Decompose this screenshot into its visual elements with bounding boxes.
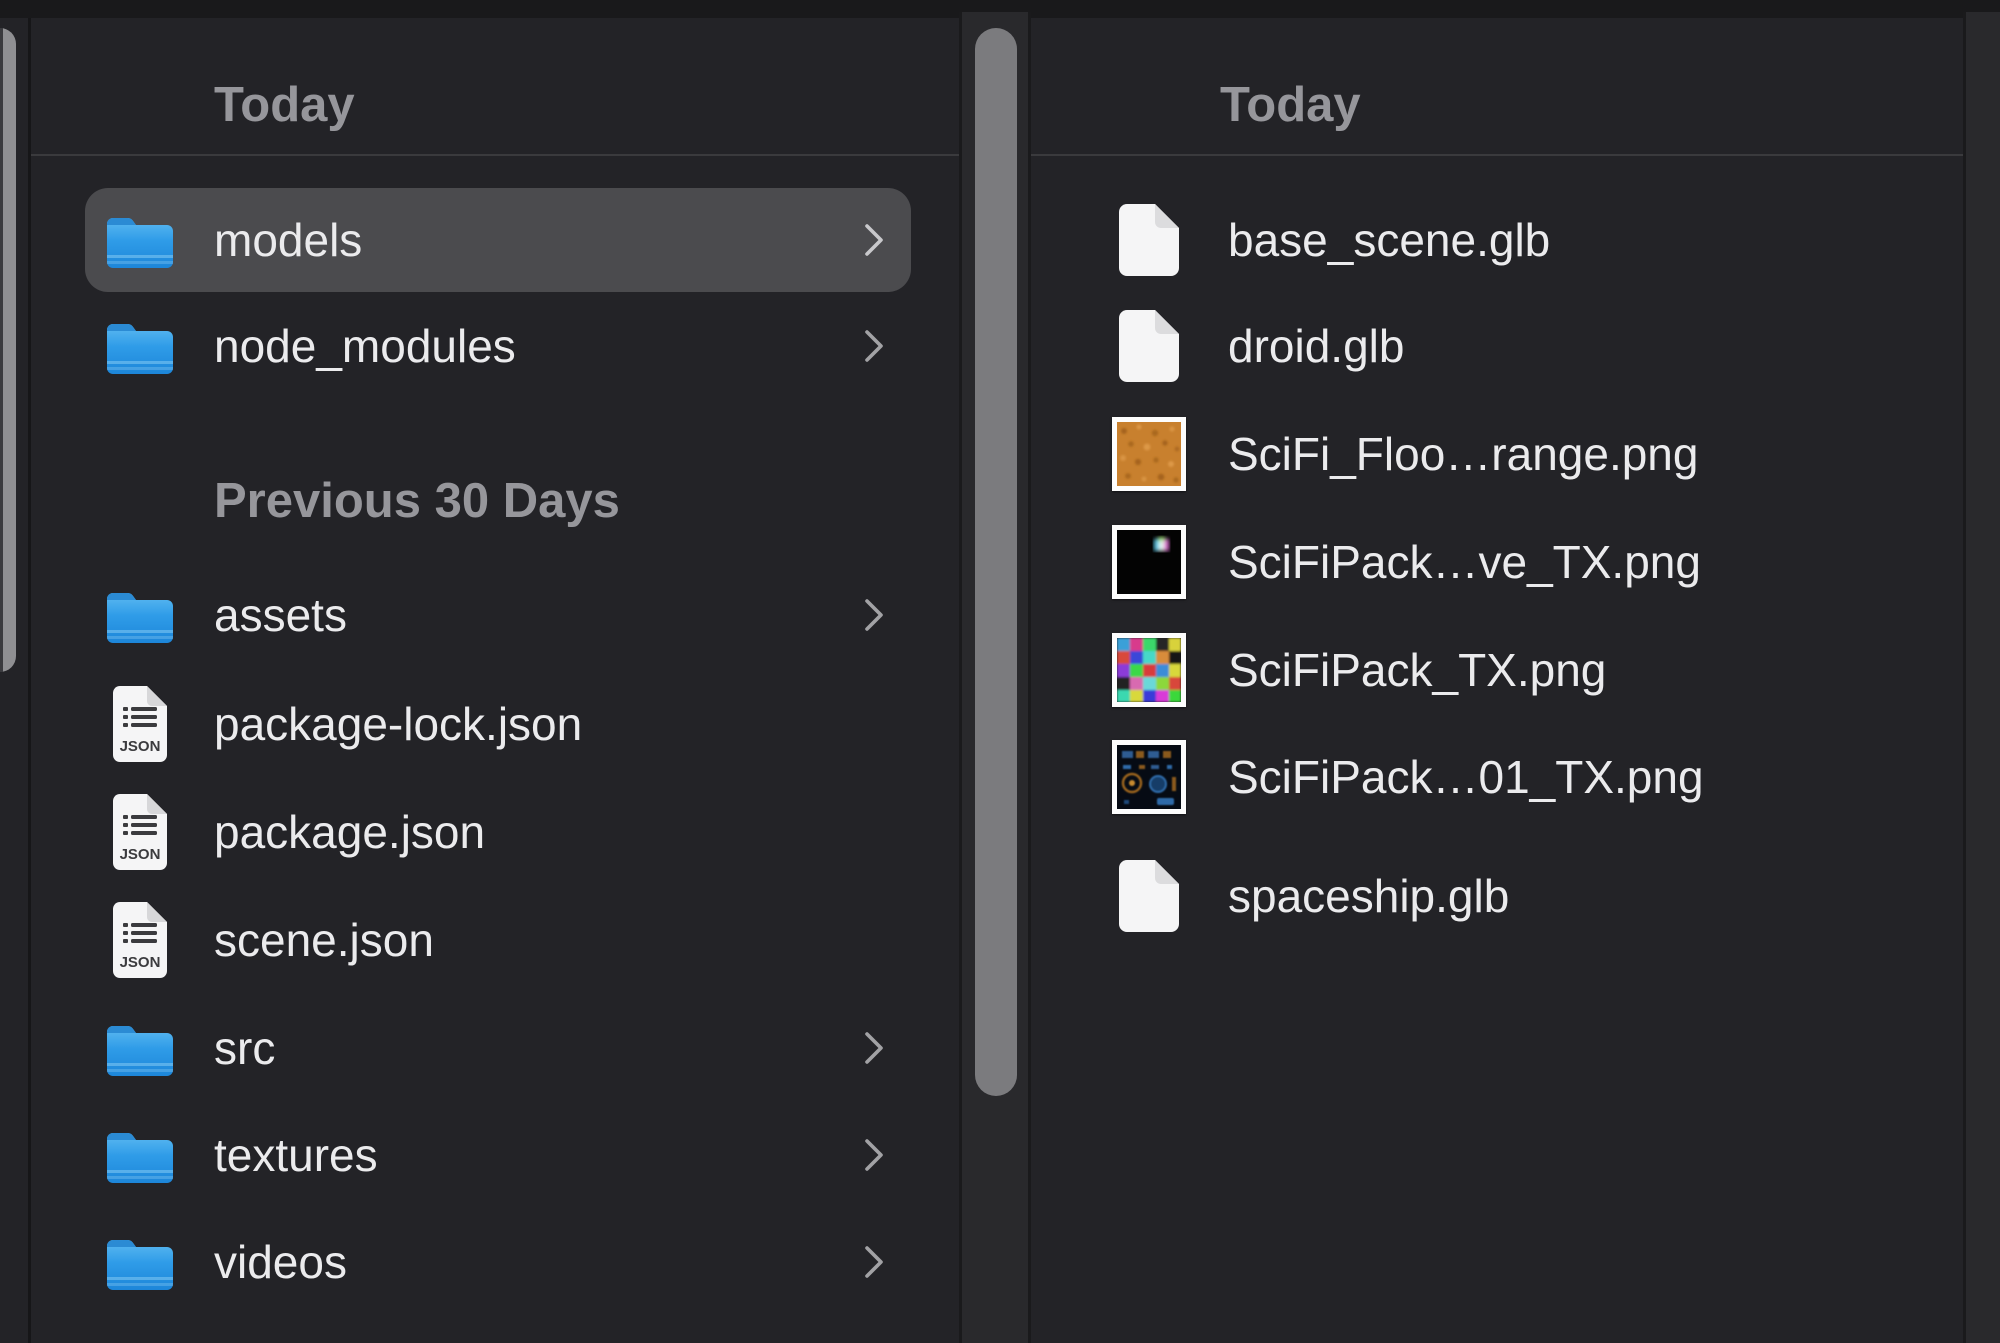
list-item-models[interactable]: models: [85, 188, 911, 292]
list-item-package-json[interactable]: JSON package.json: [85, 780, 911, 884]
folder-icon: [85, 210, 195, 270]
column-models-folder: Today base_scene.glb droid.glb: [1031, 18, 1963, 1343]
list-item-scene-json[interactable]: JSON scene.json: [85, 888, 911, 992]
image-thumbnail-dark-panel: [1112, 740, 1186, 814]
right-column-scrollbar-track[interactable]: [1963, 12, 2000, 1343]
item-label: textures: [214, 1128, 378, 1182]
item-label: package-lock.json: [214, 697, 582, 751]
column-parent-folder: Today models: [31, 18, 959, 1343]
list-item-scifi-floor-orange-png[interactable]: SciFi_Floo…range.png: [1089, 402, 1923, 506]
image-thumbnail-black-emissive: [1112, 525, 1186, 599]
list-item-scifipack-emissive-tx-png[interactable]: SciFiPack…ve_TX.png: [1089, 510, 1923, 614]
list-item-scifipack-01-tx-png[interactable]: SciFiPack…01_TX.png: [1089, 725, 1923, 829]
svg-text:JSON: JSON: [120, 738, 161, 755]
item-label: SciFiPack…ve_TX.png: [1228, 535, 1701, 589]
chevron-right-icon: [863, 1244, 885, 1280]
section-header-today: Today: [1220, 76, 1361, 134]
list-item-scifipack-tx-png[interactable]: SciFiPack_TX.png: [1089, 618, 1923, 722]
section-separator: [31, 154, 959, 156]
section-separator: [1031, 154, 1963, 156]
previous-column-sliver: [0, 18, 28, 1343]
item-label: models: [214, 213, 362, 267]
item-label: SciFi_Floo…range.png: [1228, 427, 1698, 481]
item-label: package.json: [214, 805, 485, 859]
chevron-right-icon: [863, 1030, 885, 1066]
image-thumbnail-orange-texture: [1112, 417, 1186, 491]
item-label: spaceship.glb: [1228, 869, 1509, 923]
item-label: src: [214, 1021, 275, 1075]
list-item-videos[interactable]: videos: [85, 1210, 911, 1314]
json-file-icon: JSON: [85, 794, 195, 870]
json-file-icon: JSON: [85, 686, 195, 762]
item-label: SciFiPack_TX.png: [1228, 643, 1606, 697]
finder-column-view-window: Today models: [0, 0, 2000, 1343]
generic-file-icon: [1089, 310, 1209, 382]
list-item-base-scene-glb[interactable]: base_scene.glb: [1089, 188, 1923, 292]
item-label: assets: [214, 588, 347, 642]
list-item-src[interactable]: src: [85, 996, 911, 1100]
folder-icon: [85, 316, 195, 376]
list-item-package-lock-json[interactable]: JSON package-lock.json: [85, 672, 911, 776]
image-thumbnail-color-noise: [1112, 633, 1186, 707]
item-label: scene.json: [214, 913, 434, 967]
list-item-textures[interactable]: textures: [85, 1103, 911, 1207]
section-header-today: Today: [214, 76, 355, 134]
item-label: videos: [214, 1235, 347, 1289]
list-item-assets[interactable]: assets: [85, 563, 911, 667]
item-label: droid.glb: [1228, 319, 1404, 373]
folder-icon: [85, 1018, 195, 1078]
chevron-right-icon: [863, 222, 885, 258]
folder-icon: [85, 585, 195, 645]
list-item-spaceship-glb[interactable]: spaceship.glb: [1089, 844, 1923, 948]
left-column-scrollbar-thumb[interactable]: [975, 28, 1017, 1096]
generic-file-icon: [1089, 860, 1209, 932]
chevron-right-icon: [863, 1137, 885, 1173]
folder-icon: [85, 1232, 195, 1292]
folder-icon: [85, 1125, 195, 1185]
previous-column-scrollbar-edge: [0, 28, 3, 672]
generic-file-icon: [1089, 204, 1209, 276]
item-label: node_modules: [214, 319, 516, 373]
chevron-right-icon: [863, 328, 885, 364]
json-file-icon: JSON: [85, 902, 195, 978]
list-item-node-modules[interactable]: node_modules: [85, 294, 911, 398]
item-label: base_scene.glb: [1228, 213, 1550, 267]
chevron-right-icon: [863, 597, 885, 633]
svg-text:JSON: JSON: [120, 846, 161, 863]
list-item-droid-glb[interactable]: droid.glb: [1089, 294, 1923, 398]
left-column-scrollbar-track[interactable]: [959, 12, 1031, 1343]
svg-text:JSON: JSON: [120, 954, 161, 971]
section-header-previous-30-days: Previous 30 Days: [214, 472, 620, 530]
item-label: SciFiPack…01_TX.png: [1228, 750, 1704, 804]
